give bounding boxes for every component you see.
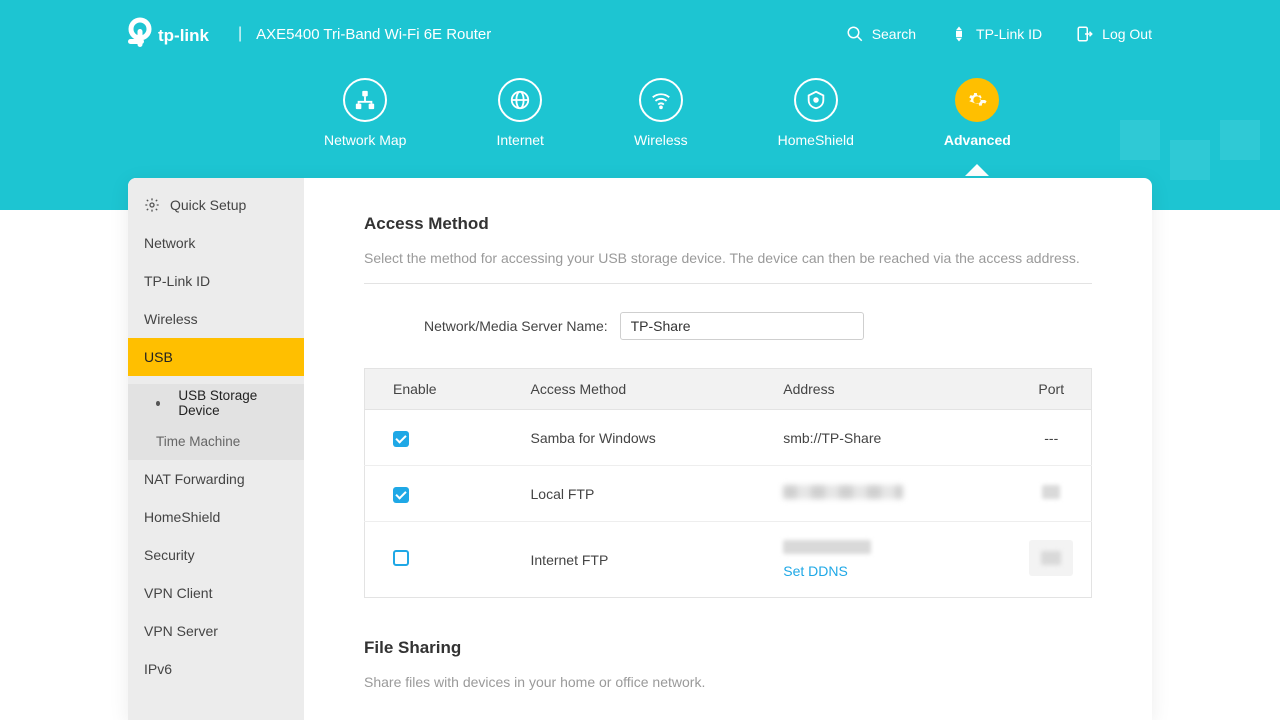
brand-logo: tp-link xyxy=(128,16,224,52)
gear-icon xyxy=(144,197,160,213)
access-method-table: Enable Access Method Address Port Samba … xyxy=(364,368,1092,598)
method-cell: Local FTP xyxy=(515,466,768,522)
nav-label: Advanced xyxy=(944,132,1011,148)
sidebar-item-quick-setup[interactable]: Quick Setup xyxy=(128,186,304,224)
sidebar-label: Time Machine xyxy=(156,434,240,449)
network-map-icon xyxy=(343,78,387,122)
address-cell: smb://TP-Share xyxy=(767,410,1011,466)
product-name: AXE5400 Tri-Band Wi-Fi 6E Router xyxy=(256,26,491,43)
section-title-file-sharing: File Sharing xyxy=(364,638,1092,658)
logout-button[interactable]: Log Out xyxy=(1076,25,1152,43)
col-address: Address xyxy=(767,369,1011,410)
sidebar-label: Wireless xyxy=(144,311,198,327)
col-method: Access Method xyxy=(515,369,768,410)
sidebar: Quick Setup Network TP-Link ID Wireless … xyxy=(128,178,304,720)
port-cell-input[interactable] xyxy=(1012,522,1092,598)
internet-icon xyxy=(498,78,542,122)
tplink-id-label: TP-Link ID xyxy=(976,26,1042,42)
sidebar-label: HomeShield xyxy=(144,509,220,525)
table-row: Internet FTP Set DDNS xyxy=(365,522,1092,598)
sidebar-item-network[interactable]: Network xyxy=(128,224,304,262)
section-desc-file-sharing: Share files with devices in your home or… xyxy=(364,672,1092,693)
logout-label: Log Out xyxy=(1102,26,1152,42)
sidebar-item-wireless[interactable]: Wireless xyxy=(128,300,304,338)
sidebar-usb-submenu: USB Storage Device Time Machine xyxy=(128,384,304,460)
sidebar-item-time-machine[interactable]: Time Machine xyxy=(128,422,304,460)
divider xyxy=(364,283,1092,284)
tplink-id-icon xyxy=(950,25,968,43)
sidebar-item-security[interactable]: Security xyxy=(128,536,304,574)
col-enable: Enable xyxy=(365,369,515,410)
search-button[interactable]: Search xyxy=(846,25,916,43)
sidebar-label: NAT Forwarding xyxy=(144,471,245,487)
sidebar-label: USB Storage Device xyxy=(178,388,288,418)
svg-text:tp-link: tp-link xyxy=(158,26,210,45)
server-name-label: Network/Media Server Name: xyxy=(424,318,608,334)
nav-label: Network Map xyxy=(324,132,406,148)
port-cell-redacted xyxy=(1012,466,1092,522)
nav-label: Wireless xyxy=(634,132,688,148)
table-row: Local FTP xyxy=(365,466,1092,522)
server-name-field: Network/Media Server Name: xyxy=(424,312,1092,340)
sidebar-label: Network xyxy=(144,235,195,251)
logout-icon xyxy=(1076,25,1094,43)
enable-checkbox-internet-ftp[interactable] xyxy=(393,550,409,566)
server-name-input[interactable] xyxy=(620,312,864,340)
nav-wireless[interactable]: Wireless xyxy=(634,78,688,148)
sidebar-item-tplink-id[interactable]: TP-Link ID xyxy=(128,262,304,300)
tplink-id-button[interactable]: TP-Link ID xyxy=(950,25,1042,43)
wireless-icon xyxy=(639,78,683,122)
sidebar-item-homeshield[interactable]: HomeShield xyxy=(128,498,304,536)
sidebar-label: Security xyxy=(144,547,195,563)
table-row: Samba for Windows smb://TP-Share --- xyxy=(365,410,1092,466)
sidebar-item-ipv6[interactable]: IPv6 xyxy=(128,650,304,688)
homeshield-icon xyxy=(794,78,838,122)
col-port: Port xyxy=(1012,369,1092,410)
sidebar-label: Quick Setup xyxy=(170,197,246,213)
sidebar-item-usb[interactable]: USB xyxy=(128,338,304,376)
nav-homeshield[interactable]: HomeShield xyxy=(778,78,854,148)
enable-checkbox-local-ftp[interactable] xyxy=(393,487,409,503)
sidebar-label: VPN Server xyxy=(144,623,218,639)
port-cell: --- xyxy=(1012,410,1092,466)
enable-checkbox-samba[interactable] xyxy=(393,431,409,447)
nav-label: Internet xyxy=(496,132,543,148)
content-pane: Access Method Select the method for acce… xyxy=(304,178,1152,720)
sidebar-label: USB xyxy=(144,349,173,365)
section-title-access-method: Access Method xyxy=(364,214,1092,234)
sidebar-item-vpn-client[interactable]: VPN Client xyxy=(128,574,304,612)
search-icon xyxy=(846,25,864,43)
method-cell: Internet FTP xyxy=(515,522,768,598)
set-ddns-link[interactable]: Set DDNS xyxy=(783,563,848,579)
address-cell-redacted: Set DDNS xyxy=(767,522,1011,598)
sidebar-item-usb-storage[interactable]: USB Storage Device xyxy=(128,384,304,422)
address-cell-redacted xyxy=(767,466,1011,522)
sidebar-item-nat[interactable]: NAT Forwarding xyxy=(128,460,304,498)
primary-nav: Network Map Internet Wireless HomeShield… xyxy=(128,78,1152,148)
nav-advanced[interactable]: Advanced xyxy=(944,78,1011,148)
divider: | xyxy=(238,25,242,43)
nav-network-map[interactable]: Network Map xyxy=(324,78,406,148)
nav-internet[interactable]: Internet xyxy=(496,78,543,148)
search-label: Search xyxy=(872,26,916,42)
method-cell: Samba for Windows xyxy=(515,410,768,466)
main-card: Quick Setup Network TP-Link ID Wireless … xyxy=(128,178,1152,720)
section-desc-access-method: Select the method for accessing your USB… xyxy=(364,248,1092,269)
advanced-icon xyxy=(955,78,999,122)
sidebar-label: VPN Client xyxy=(144,585,212,601)
sidebar-label: IPv6 xyxy=(144,661,172,677)
top-bar: tp-link | AXE5400 Tri-Band Wi-Fi 6E Rout… xyxy=(128,0,1152,68)
nav-label: HomeShield xyxy=(778,132,854,148)
sidebar-item-vpn-server[interactable]: VPN Server xyxy=(128,612,304,650)
sidebar-label: TP-Link ID xyxy=(144,273,210,289)
